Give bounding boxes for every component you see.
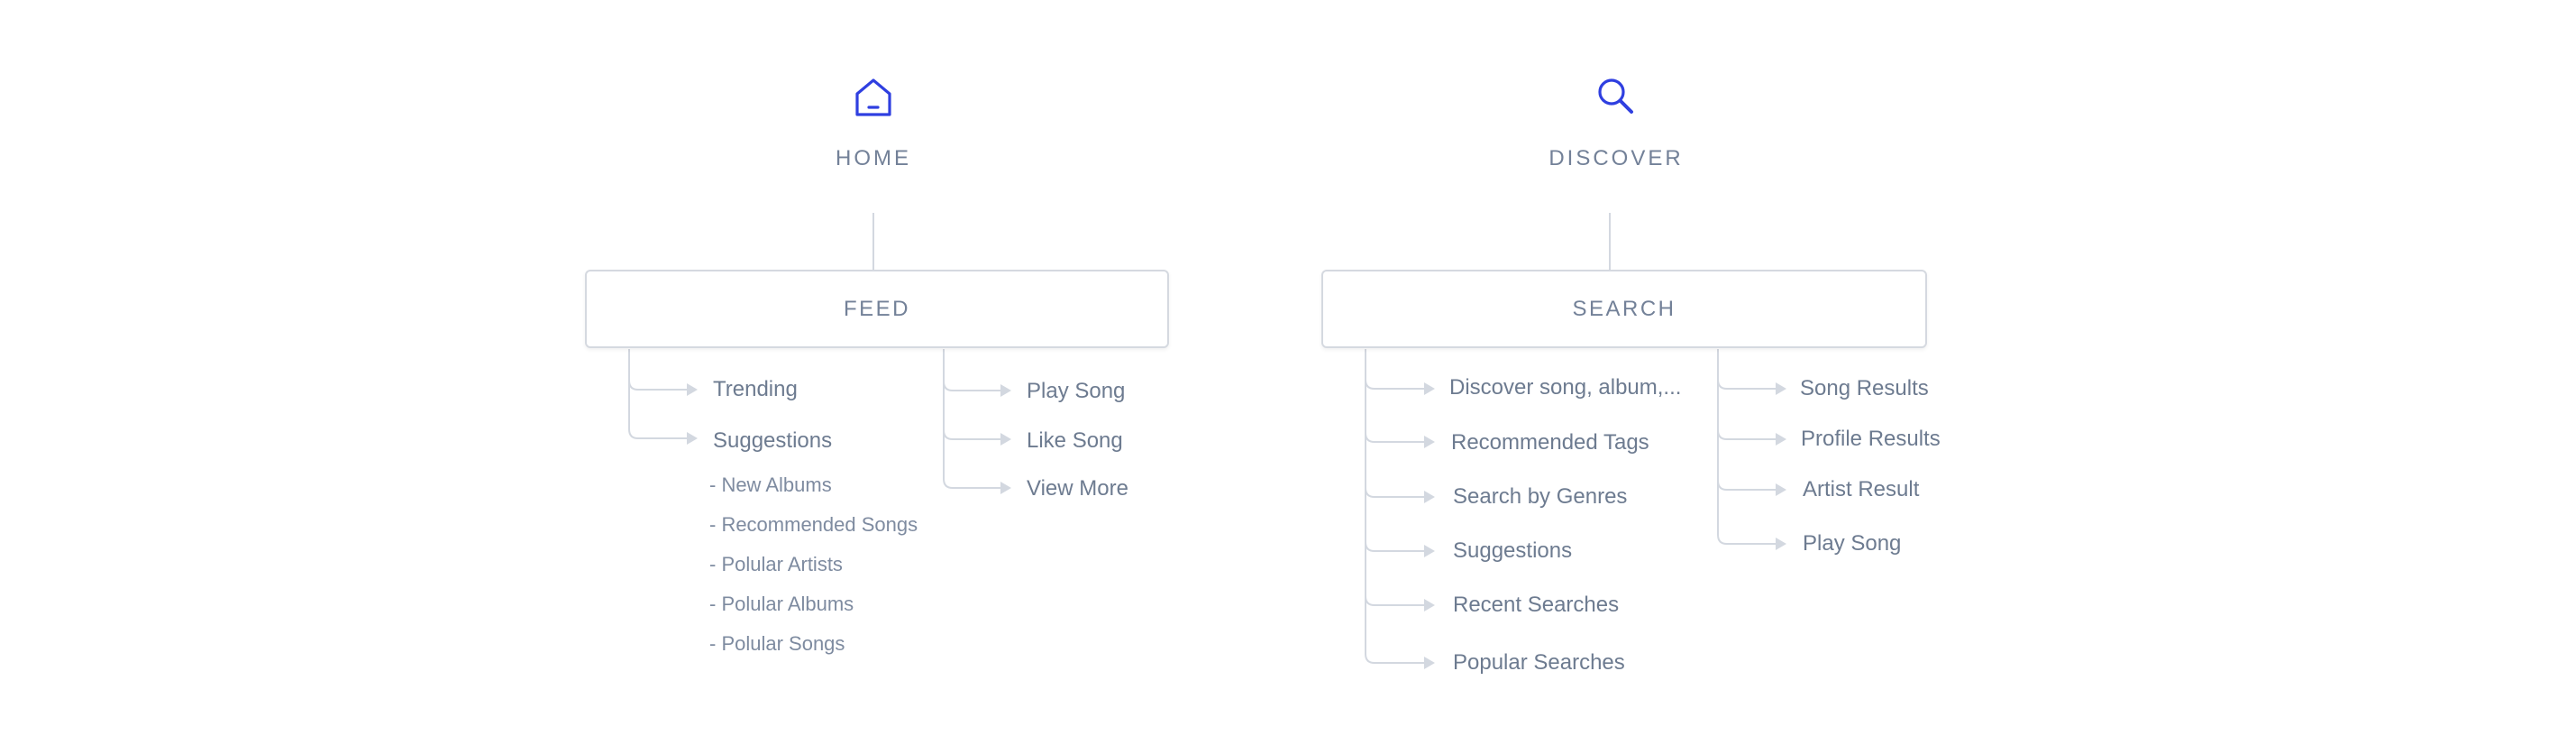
branch-search-right-0 — [1717, 379, 1777, 390]
search-item-suggestions: Suggestions — [1453, 538, 1573, 563]
discover-label: DISCOVER — [1548, 146, 1684, 170]
feed-item-suggestions: Suggestions — [713, 428, 833, 453]
feed-label: FEED — [843, 296, 910, 321]
home-label: HOME — [836, 146, 911, 170]
search-icon — [1598, 78, 1633, 114]
branch-search-left-2 — [1365, 487, 1425, 498]
branch-like-song — [943, 429, 1001, 440]
search-item-discover: Discover song, album,... — [1449, 375, 1682, 400]
arrow-head — [1776, 483, 1786, 496]
search-label: SEARCH — [1572, 296, 1676, 321]
feed-item-like-song: Like Song — [1027, 428, 1123, 453]
branch-search-right-1 — [1717, 429, 1777, 440]
arrow-head — [1776, 538, 1786, 550]
arrow-head — [1424, 599, 1435, 611]
feed-box: FEED — [585, 270, 1169, 348]
search-box: SEARCH — [1321, 270, 1927, 348]
branch-search-left-1 — [1365, 432, 1425, 443]
branch-view-more — [943, 478, 1001, 489]
discover-column-header: DISCOVER — [1499, 76, 1733, 171]
arrow-head — [1424, 491, 1435, 503]
search-item-play-song: Play Song — [1803, 531, 1902, 556]
home-icon — [855, 78, 891, 116]
arrow-head — [1424, 545, 1435, 557]
arrow-head — [1424, 382, 1435, 395]
branch-search-left-0 — [1365, 379, 1425, 390]
arrow-head — [1424, 436, 1435, 448]
search-item-recent-searches: Recent Searches — [1453, 593, 1620, 617]
branch-search-left-5 — [1365, 653, 1425, 664]
arrow-head — [1424, 657, 1435, 669]
arrow-head — [1776, 382, 1786, 395]
suggestion-sub-item: - Recommended Songs — [709, 513, 918, 536]
suggestion-sub-item: - Polular Albums — [709, 593, 854, 615]
search-item-recommended-tags: Recommended Tags — [1451, 430, 1649, 455]
branch-search-right-2 — [1717, 480, 1777, 491]
search-item-song-results: Song Results — [1800, 376, 1929, 400]
suggestion-sub-item: - Polular Artists — [709, 553, 843, 575]
connector-lines — [628, 213, 1786, 669]
search-item-popular-searches: Popular Searches — [1453, 650, 1625, 675]
branch-search-right-3 — [1717, 534, 1777, 545]
branch-suggestions — [628, 428, 688, 439]
branch-trending — [628, 380, 688, 391]
feed-item-play-song: Play Song — [1027, 379, 1126, 403]
feed-item-trending: Trending — [713, 377, 798, 401]
arrow-head — [1000, 384, 1011, 397]
arrow-head — [1776, 433, 1786, 446]
branch-search-left-4 — [1365, 595, 1425, 606]
suggestion-sub-item: - New Albums — [709, 474, 832, 496]
branch-search-left-3 — [1365, 541, 1425, 552]
search-item-artist-result: Artist Result — [1803, 477, 1920, 501]
search-item-profile-results: Profile Results — [1801, 427, 1941, 451]
home-column-header: HOME — [756, 76, 991, 171]
arrow-head — [687, 383, 698, 396]
branch-play-song — [943, 381, 1001, 391]
search-item-genres: Search by Genres — [1453, 484, 1628, 509]
arrow-head — [687, 432, 698, 445]
arrow-head — [1000, 482, 1011, 494]
arrow-head — [1000, 433, 1011, 446]
feed-item-view-more: View More — [1027, 476, 1128, 501]
sitemap-diagram: HOME FEED Trending Suggestions - New Alb… — [0, 0, 2576, 754]
suggestion-sub-item: - Polular Songs — [709, 632, 845, 655]
